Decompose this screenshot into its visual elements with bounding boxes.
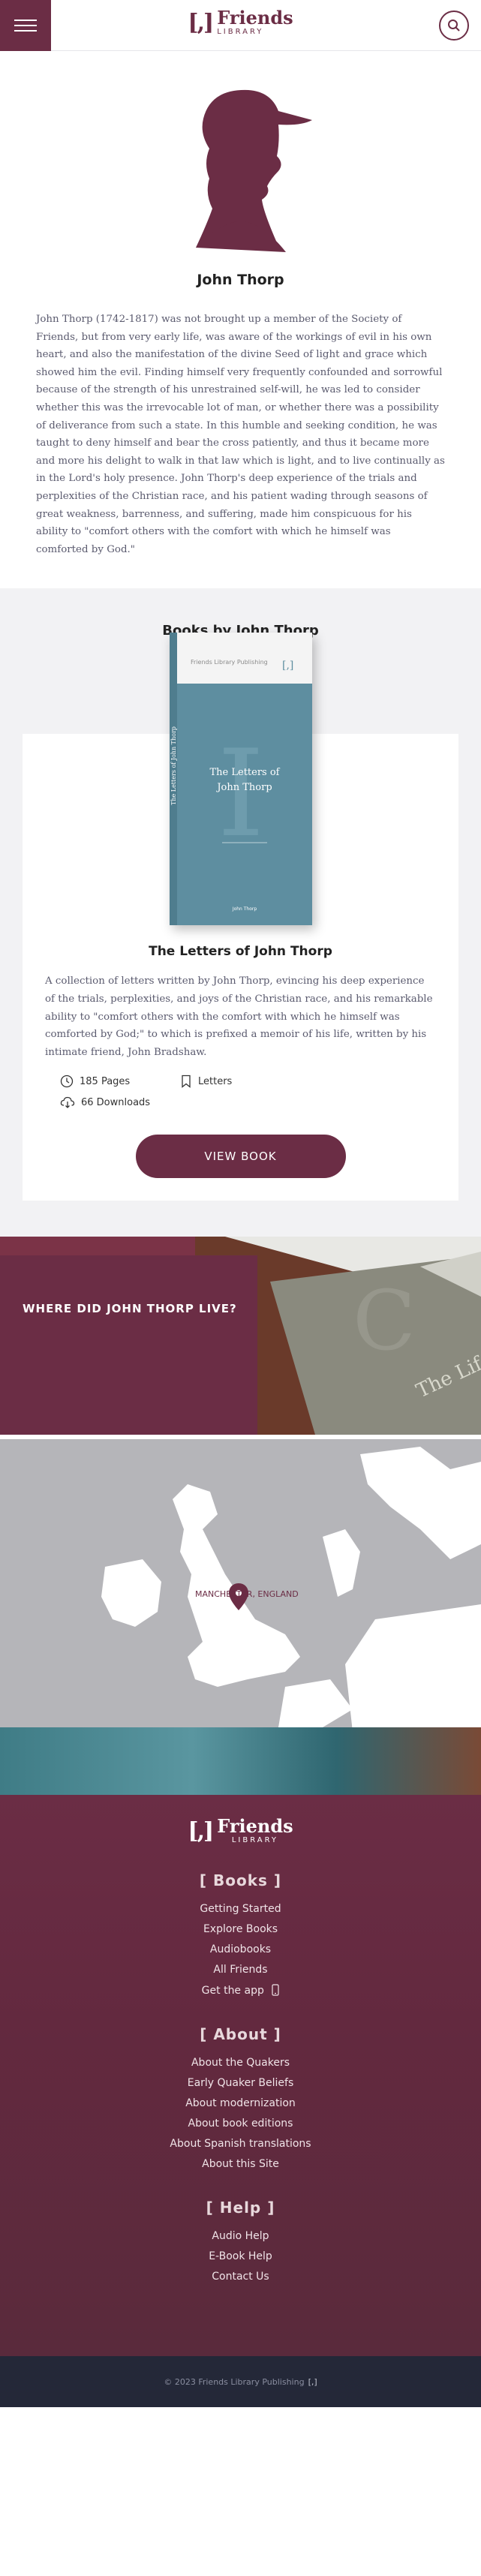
footer-link-get-app[interactable]: Get the app xyxy=(0,1984,481,1997)
footer-banner-image xyxy=(0,1727,481,1796)
logo-mark: [,] xyxy=(188,9,214,36)
type-meta: Letters xyxy=(180,1075,300,1089)
clock-icon xyxy=(60,1075,74,1088)
where-title: WHERE DID JOHN THORP LIVE? xyxy=(23,1302,237,1316)
footer-link-audio-help[interactable]: Audio Help xyxy=(0,2230,481,2242)
downloads-meta: 66 Downloads xyxy=(60,1096,180,1109)
book-cover[interactable]: Friends Library Publishing [,] I The Let… xyxy=(169,633,312,926)
cover-spine-title: The Letters of John Thorp xyxy=(170,726,177,805)
search-button[interactable] xyxy=(439,10,469,41)
footer-heading-about: [ About ] xyxy=(200,2025,281,2044)
logo-text: Friends LIBRARY xyxy=(217,9,293,36)
friend-bio: John Thorp (1742-1817) was not brought u… xyxy=(36,314,445,555)
bookmark-icon xyxy=(182,1075,191,1089)
footer-link-explore-books[interactable]: Explore Books xyxy=(0,1923,481,1935)
site-header: [,] Friends LIBRARY xyxy=(0,0,481,51)
search-icon xyxy=(448,19,460,32)
footer-logo-title: Friends xyxy=(217,1815,293,1838)
book-card: Friends Library Publishing [,] I The Let… xyxy=(23,633,458,1201)
where-section: The Life C WHERE DID JOHN THORP LIVE? xyxy=(0,1237,481,1435)
cover-publisher: Friends Library Publishing xyxy=(191,659,268,666)
footer-logo-subtitle: LIBRARY xyxy=(231,1836,278,1845)
books-section: Books by John Thorp Friends Library Publ… xyxy=(0,588,481,1237)
footer-logo[interactable]: [,] Friends LIBRARY xyxy=(0,1817,481,1844)
logo-title: Friends xyxy=(217,7,293,29)
footer-heading-books: [ Books ] xyxy=(199,1871,282,1890)
footer-link-all-friends[interactable]: All Friends xyxy=(0,1964,481,1976)
map-location-label: MANCHESTER, ENGLAND xyxy=(195,1589,299,1600)
book-meta: 185 Pages Letters 66 Downloads xyxy=(45,1075,436,1109)
footer-link-ebook-help[interactable]: E-Book Help xyxy=(0,2250,481,2262)
footer-logo-mark: [,] xyxy=(188,1817,214,1844)
book-title[interactable]: The Letters of John Thorp xyxy=(45,944,436,959)
friend-name: John Thorp xyxy=(197,272,284,288)
cover-title-line1: The Letters of xyxy=(209,767,280,778)
cover-author: John Thorp xyxy=(231,906,257,912)
cover-logo-mark: [,] xyxy=(282,660,293,672)
menu-button[interactable] xyxy=(0,0,51,51)
site-footer: [,] Friends LIBRARY [ Books ] Getting St… xyxy=(0,1727,481,2408)
book-type: Letters xyxy=(198,1075,233,1087)
footer-group-about: [ About ] About the Quakers Early Quaker… xyxy=(0,2025,481,2170)
footer-link-about-spanish[interactable]: About Spanish translations xyxy=(0,2138,481,2150)
pages-count: 185 Pages xyxy=(80,1075,131,1087)
copyright-text: © 2023 Friends Library Publishing xyxy=(164,2376,305,2387)
footer-logo-text: Friends LIBRARY xyxy=(217,1817,293,1844)
view-book-button[interactable]: VIEW BOOK xyxy=(135,1135,346,1179)
footer-link-early-quaker-beliefs[interactable]: Early Quaker Beliefs xyxy=(0,2077,481,2089)
hamburger-icon xyxy=(14,24,37,26)
copyright-bar: © 2023 Friends Library Publishing [,] xyxy=(0,2356,481,2408)
cover-title-line2: John Thorp xyxy=(215,782,272,793)
friend-profile: John Thorp John Thorp (1742-1817) was no… xyxy=(0,51,481,588)
footer-body: [,] Friends LIBRARY [ Books ] Getting St… xyxy=(0,1795,481,2357)
book-description: A collection of letters written by John … xyxy=(45,975,433,1058)
hamburger-icon xyxy=(14,19,37,21)
footer-link-contact[interactable]: Contact Us xyxy=(0,2271,481,2283)
downloads-count: 66 Downloads xyxy=(81,1096,151,1108)
footer-link-about-modernization[interactable]: About modernization xyxy=(0,2097,481,2109)
pages-meta: 185 Pages xyxy=(60,1075,180,1088)
footer-link-about-quakers[interactable]: About the Quakers xyxy=(0,2057,481,2069)
hamburger-icon xyxy=(14,29,37,32)
footer-group-help: [ Help ] Audio Help E-Book Help Contact … xyxy=(0,2199,481,2283)
footer-link-getting-started[interactable]: Getting Started xyxy=(0,1903,481,1915)
where-box: WHERE DID JOHN THORP LIVE? xyxy=(0,1255,257,1435)
footer-heading-help: [ Help ] xyxy=(206,2199,275,2217)
footer-group-books: [ Books ] Getting Started Explore Books … xyxy=(0,1871,481,1997)
footer-link-about-site[interactable]: About this Site xyxy=(0,2158,481,2170)
footer-link-get-app-label: Get the app xyxy=(201,1985,264,1997)
map-section: MANCHESTER, ENGLAND xyxy=(0,1435,481,1728)
cloud-download-icon xyxy=(60,1097,75,1109)
site-logo[interactable]: [,] Friends LIBRARY xyxy=(188,9,293,36)
phone-icon xyxy=(272,1984,279,1996)
book-cover-wrap: Friends Library Publishing [,] I The Let… xyxy=(45,633,436,926)
friend-silhouette-image xyxy=(195,89,312,252)
footer-link-audiobooks[interactable]: Audiobooks xyxy=(0,1943,481,1955)
svg-text:C: C xyxy=(353,1273,416,1369)
logo-subtitle: LIBRARY xyxy=(217,28,264,36)
map-image xyxy=(0,1439,481,1728)
footer-link-about-book-editions[interactable]: About book editions xyxy=(0,2118,481,2130)
copyright-logo-mark: [,] xyxy=(308,2376,317,2387)
